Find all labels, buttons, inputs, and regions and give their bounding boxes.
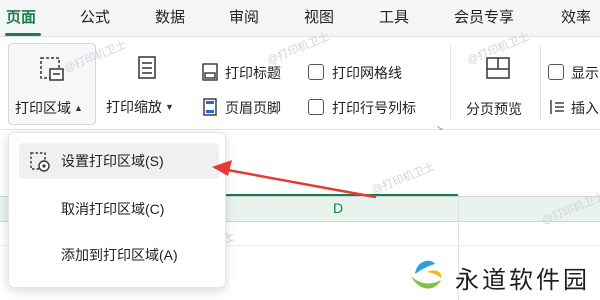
annotation-arrow-icon bbox=[212, 160, 377, 199]
brand-logo-icon bbox=[411, 260, 442, 289]
brand-text: 永道软件园 bbox=[455, 266, 590, 294]
